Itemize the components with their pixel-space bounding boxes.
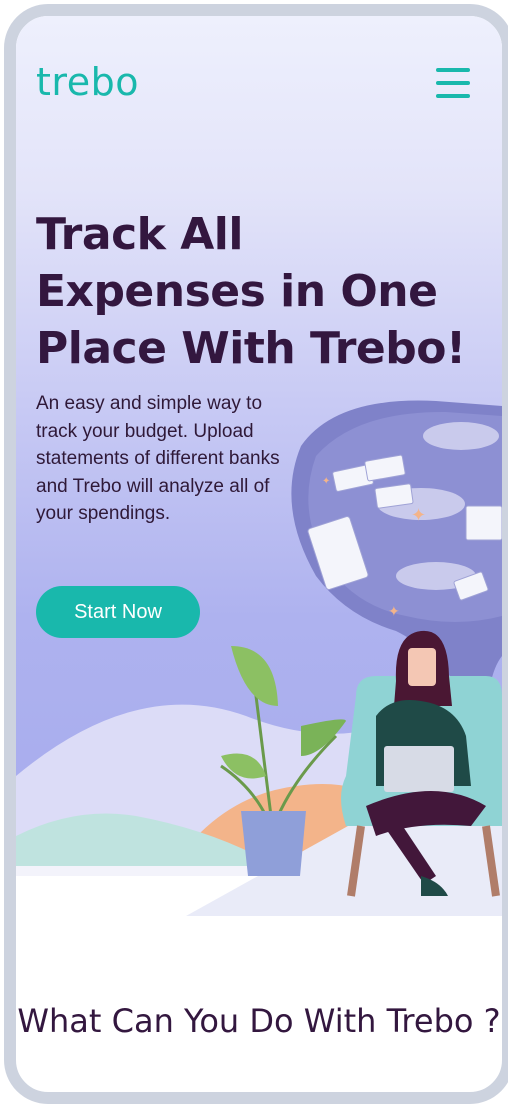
screen: trebo Track All Expenses in One Place Wi… (4, 4, 508, 1104)
money-note (374, 483, 414, 509)
start-now-button[interactable]: Start Now (36, 586, 200, 638)
hamburger-menu-icon[interactable] (436, 68, 472, 98)
svg-text:✦: ✦ (411, 505, 426, 526)
device-frame: trebo Track All Expenses in One Place Wi… (0, 0, 508, 1104)
cloud (423, 422, 499, 450)
face (408, 648, 436, 686)
laptop (384, 746, 454, 792)
brand-logo[interactable]: trebo (36, 60, 139, 104)
features-heading: What Can You Do With Trebo ? (17, 1002, 501, 1040)
plant-pot (241, 811, 306, 876)
hero-section: trebo Track All Expenses in One Place Wi… (16, 16, 502, 916)
leaf (231, 646, 278, 706)
envelope (465, 505, 502, 541)
hero-title: Track All Expenses in One Place With Tre… (36, 209, 466, 374)
svg-text:✦: ✦ (322, 476, 330, 487)
svg-text:✦: ✦ (388, 604, 400, 620)
hero-illustration: ✦ ✦ ✦ (16, 400, 502, 916)
